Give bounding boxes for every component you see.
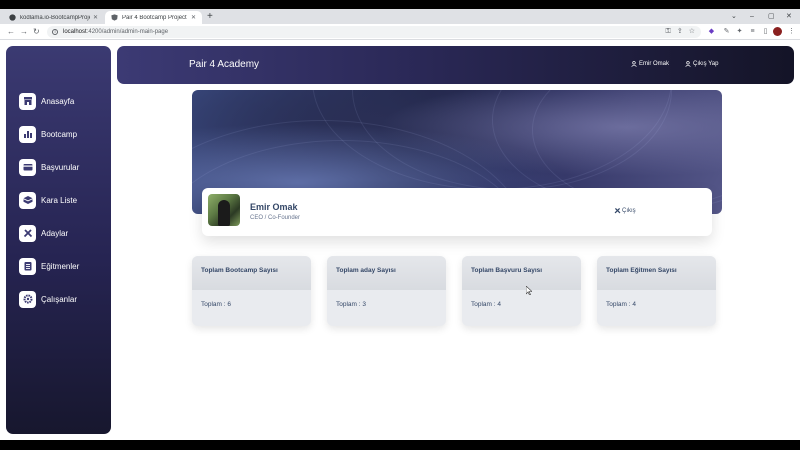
sidebar-item-label: Bootcamp [41, 129, 78, 139]
gear-icon [19, 290, 36, 308]
stat-card-title: Toplam Eğitmen Sayısı [597, 256, 716, 290]
stat-card-egitmen: Toplam Eğitmen Sayısı Toplam : 4 [597, 256, 716, 326]
menu-icon[interactable]: ⋮ [787, 27, 796, 36]
stat-card-title: Toplam aday Sayısı [327, 256, 446, 290]
sidebar-item-label: Kara Liste [41, 195, 78, 205]
key-icon[interactable]: ⚿ [666, 26, 671, 38]
mouse-cursor-icon [526, 286, 532, 295]
sidebar-item-label: Anasayfa [41, 96, 75, 106]
sidebar-item-calisanlar[interactable]: Çalışanlar [19, 290, 77, 308]
tools-icon [614, 207, 621, 214]
bookmark-star-icon[interactable]: ☆ [689, 26, 695, 38]
sidebar-item-label: Eğitmenler [41, 261, 80, 271]
profile-avatar-icon[interactable] [773, 27, 782, 36]
stat-card-aday: Toplam aday Sayısı Toplam : 3 [327, 256, 446, 326]
sidebar: Anasayfa Bootcamp Başvurular Kara Liste … [6, 46, 111, 434]
forward-icon[interactable]: → [20, 26, 28, 38]
stat-card-title: Toplam Bootcamp Sayısı [192, 256, 311, 290]
chart-icon [19, 125, 36, 143]
profile-logout-label: Çıkış [622, 207, 636, 214]
sidebar-item-anasayfa[interactable]: Anasayfa [19, 92, 74, 110]
sidebar-item-basvurular[interactable]: Başvurular [19, 158, 79, 176]
new-tab-button[interactable]: + [207, 11, 213, 23]
browser-toolbar: ← → ↻ i localhost:4200/admin/admin-main-… [0, 24, 800, 40]
back-icon[interactable]: ← [7, 26, 15, 38]
sidebar-item-egitmenler[interactable]: Eğitmenler [19, 257, 79, 275]
sidebar-item-label: Adaylar [41, 228, 69, 238]
profile-name: Emir Omak [250, 202, 298, 212]
header-logout-link[interactable]: Çıkış Yap [685, 61, 718, 67]
tab-search-icon[interactable]: ⌄ [731, 11, 737, 22]
extensions-puzzle-icon[interactable]: ✦ [735, 27, 744, 36]
header-user-link[interactable]: Emir Omak [631, 61, 669, 67]
sidebar-item-adaylar[interactable]: Adaylar [19, 224, 68, 242]
address-bar[interactable]: i localhost:4200/admin/admin-main-page ⚿… [47, 26, 701, 38]
url-text: localhost:4200/admin/admin-main-page [63, 29, 169, 35]
sidebar-item-label: Başvurular [41, 162, 80, 172]
eyedropper-icon[interactable]: ✎ [722, 27, 731, 36]
avatar [208, 194, 240, 226]
sidebar-item-label: Çalışanlar [41, 294, 78, 304]
profile-logout-button[interactable]: Çıkış [614, 207, 636, 214]
angular-icon [111, 14, 118, 21]
store-icon [19, 92, 36, 110]
sidebar-item-kara-liste[interactable]: Kara Liste [19, 191, 77, 209]
browser-tab-strip: kodlama.io-BootcampProject/fr... ✕ Pair … [0, 9, 800, 24]
profile-card: Emir Omak CEO / Co-Founder Çıkış [202, 188, 712, 236]
github-icon [9, 14, 16, 21]
tools-icon [19, 224, 36, 242]
media-icon[interactable]: ≡ [748, 27, 757, 36]
stat-card-value: Toplam : 6 [201, 301, 231, 308]
close-tab-icon[interactable]: ✕ [93, 14, 98, 21]
stat-card-basvuru: Toplam Başvuru Sayısı Toplam : 4 [462, 256, 581, 326]
sidepanel-icon[interactable]: ▯ [761, 27, 770, 36]
extension-icon[interactable]: ◆ [707, 27, 716, 36]
stat-card-bootcamp: Toplam Bootcamp Sayısı Toplam : 6 [192, 256, 311, 326]
close-tab-icon[interactable]: ✕ [191, 14, 196, 21]
maximize-button[interactable]: ▢ [768, 11, 775, 22]
minimize-button[interactable]: – [750, 11, 754, 22]
user-icon [631, 61, 637, 67]
card-icon [19, 158, 36, 176]
bottom-bar [0, 440, 800, 450]
tab-title: Pair 4 Bootcamp Project [122, 14, 187, 21]
browser-tab-github[interactable]: kodlama.io-BootcampProject/fr... ✕ [3, 11, 104, 24]
share-icon[interactable]: ⇪ [677, 26, 683, 38]
stat-card-value: Toplam : 4 [471, 301, 501, 308]
header-user-label: Emir Omak [639, 61, 669, 67]
app-viewport: Anasayfa Bootcamp Başvurular Kara Liste … [0, 40, 800, 440]
profile-role: CEO / Co-Founder [250, 215, 301, 221]
box-icon [19, 191, 36, 209]
top-header: Pair 4 Academy Emir Omak Çıkış Yap [117, 46, 794, 84]
tab-title: kodlama.io-BootcampProject/fr... [20, 14, 90, 21]
site-info-icon[interactable]: i [52, 29, 58, 35]
list-icon [19, 257, 36, 275]
header-logout-label: Çıkış Yap [693, 61, 719, 67]
stat-card-value: Toplam : 3 [336, 301, 366, 308]
stat-card-title: Toplam Başvuru Sayısı [462, 256, 581, 290]
close-window-button[interactable]: ✕ [786, 11, 792, 22]
browser-tab-active[interactable]: Pair 4 Bootcamp Project ✕ [105, 11, 202, 24]
sidebar-item-bootcamp[interactable]: Bootcamp [19, 125, 77, 143]
stat-card-value: Toplam : 4 [606, 301, 636, 308]
brand-title[interactable]: Pair 4 Academy [189, 59, 259, 70]
user-icon [685, 61, 691, 67]
reload-icon[interactable]: ↻ [33, 26, 40, 38]
